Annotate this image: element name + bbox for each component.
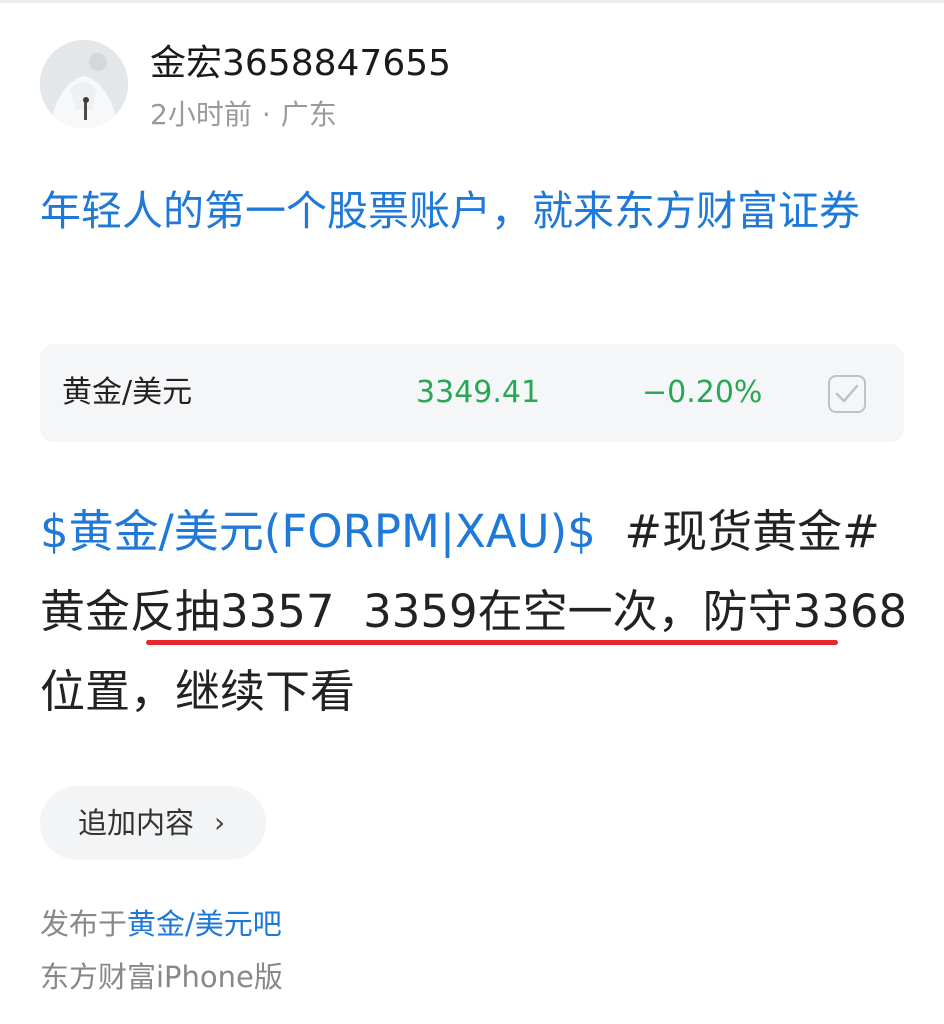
chevron-right-icon: › [214,806,226,839]
post-time: 2小时前 [150,98,252,131]
add-content-label: 追加内容 [78,806,195,840]
stock-change: −0.20% [642,375,763,410]
published-prefix: 发布于 [40,907,128,941]
topic-tag[interactable]: #现货黄金# [624,505,879,558]
check-icon [835,384,859,403]
post-location: 广东 [280,98,337,131]
stock-tag-link[interactable]: $黄金/美元(FORPM|XAU)$ [40,505,596,558]
client-source: 东方财富iPhone版 [40,960,283,994]
stock-name: 黄金/美元 [62,375,193,410]
top-divider [0,0,944,3]
stock-card[interactable]: 黄金/美元 3349.41 −0.20% [40,344,904,442]
red-underline-annotation [146,640,838,645]
author-name[interactable]: 金宏3658847655 [150,40,451,88]
post-body: $黄金/美元(FORPM|XAU)$ #现货黄金# 黄金反抽3357 3359在空… [40,492,910,732]
add-content-button[interactable]: 追加内容 › [40,786,266,860]
meta-separator: · [261,98,271,131]
board-link[interactable]: 黄金/美元吧 [127,907,282,941]
published-in: 发布于黄金/美元吧 [40,902,282,946]
stock-price: 3349.41 [416,375,541,410]
post-meta: 2小时前 · 广东 [150,96,337,134]
promo-link[interactable]: 年轻人的第一个股票账户，就来东方财富证券 [40,178,910,244]
post-text-underlined: 黄金反抽3357 3359在空一次， [40,585,703,638]
author-avatar[interactable] [40,40,128,128]
add-watchlist-checkbox[interactable] [828,375,866,413]
